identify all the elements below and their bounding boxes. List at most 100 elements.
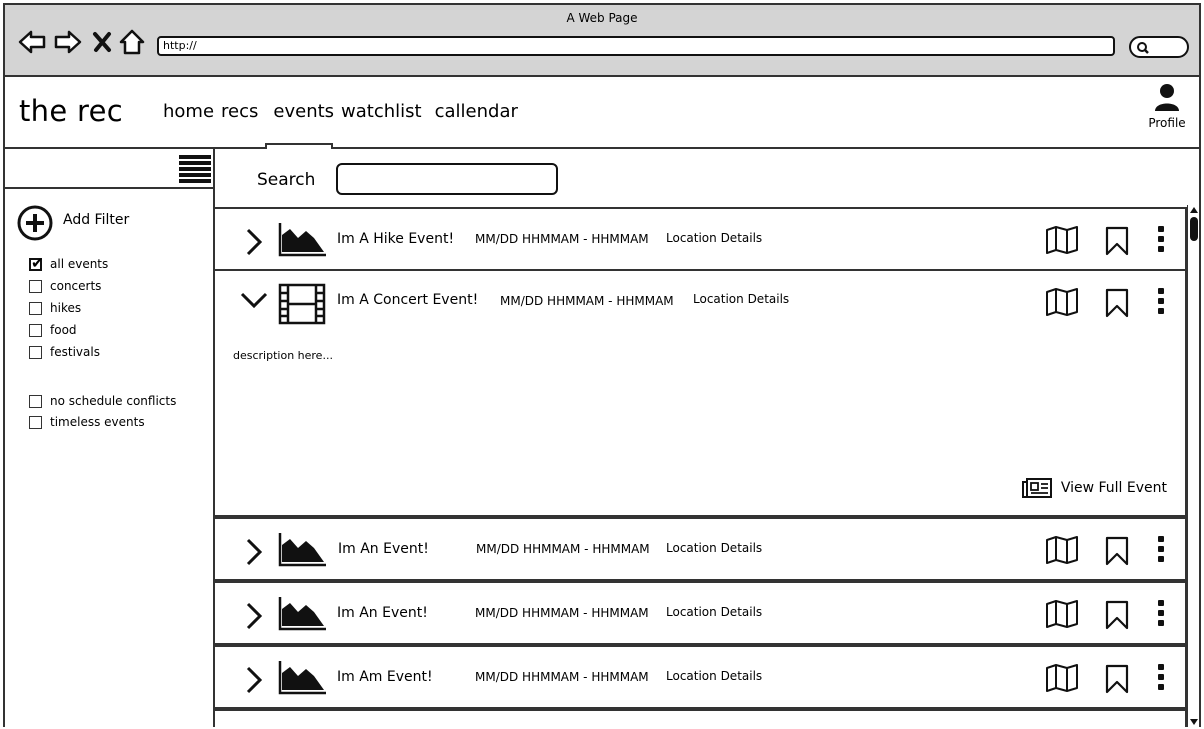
event-location: Location Details bbox=[693, 292, 790, 306]
event-location: Location Details bbox=[666, 541, 763, 555]
checkbox-food[interactable] bbox=[29, 323, 42, 337]
map-icon[interactable] bbox=[1045, 287, 1079, 317]
view-full-event-button[interactable]: View Full Event bbox=[1021, 477, 1167, 499]
mountain-icon bbox=[278, 533, 326, 567]
bookmark-icon[interactable] bbox=[1105, 664, 1129, 694]
checkbox-festivals[interactable] bbox=[29, 345, 42, 359]
main-nav: home recs events watchlist callendar bbox=[163, 101, 523, 151]
nav-home[interactable]: home bbox=[163, 101, 219, 122]
user-icon bbox=[1155, 84, 1179, 111]
more-vertical-icon[interactable] bbox=[1157, 663, 1165, 691]
bookmark-icon[interactable] bbox=[1105, 226, 1129, 256]
event-list: Im A Hike Event! MM/DD HHMMAM - HHMMAM L… bbox=[215, 207, 1189, 727]
event-description: description here... bbox=[233, 349, 333, 362]
bookmark-icon[interactable] bbox=[1105, 288, 1129, 318]
nav-watchlist[interactable]: watchlist bbox=[341, 101, 427, 122]
event-title: Im An Event! bbox=[337, 605, 428, 621]
event-item-expanded[interactable]: Im A Concert Event! MM/DD HHMMAM - HHMMA… bbox=[215, 269, 1187, 517]
search-input[interactable] bbox=[336, 163, 558, 195]
scroll-down-arrow-icon[interactable] bbox=[1188, 717, 1200, 727]
view-full-event-label: View Full Event bbox=[1060, 480, 1167, 496]
filter-label: concerts bbox=[50, 279, 102, 293]
events-panel: Search Im A Hike Event! MM/DD HHMMAM - H… bbox=[215, 149, 1199, 727]
profile-label: Profile bbox=[1148, 116, 1186, 130]
option-no-schedule-conflicts[interactable]: no schedule conflicts bbox=[29, 390, 176, 412]
bookmark-icon[interactable] bbox=[1105, 536, 1129, 566]
nav-recs[interactable]: recs bbox=[221, 101, 263, 122]
mountain-icon bbox=[278, 661, 326, 695]
event-location: Location Details bbox=[666, 231, 763, 245]
filter-label: all events bbox=[50, 257, 109, 271]
bookmark-icon[interactable] bbox=[1105, 600, 1129, 630]
filter-food[interactable]: food bbox=[29, 319, 176, 341]
event-item-partial[interactable] bbox=[215, 709, 1187, 727]
more-vertical-icon[interactable] bbox=[1157, 287, 1165, 315]
event-time: MM/DD HHMMAM - HHMMAM bbox=[475, 232, 649, 246]
map-icon[interactable] bbox=[1045, 225, 1079, 255]
checkbox-all-events[interactable] bbox=[29, 254, 44, 272]
app-header: the rec home recs events watchlist calle… bbox=[5, 77, 1199, 151]
chevron-down-icon[interactable] bbox=[239, 289, 269, 311]
map-icon[interactable] bbox=[1045, 663, 1079, 693]
checkbox-timeless-events[interactable] bbox=[29, 415, 42, 429]
add-filter-label: Add Filter bbox=[63, 212, 130, 228]
browser-search-button[interactable] bbox=[1129, 36, 1189, 58]
scroll-up-arrow-icon[interactable] bbox=[1188, 205, 1200, 215]
event-item[interactable]: Im An Event! MM/DD HHMMAM - HHMMAM Locat… bbox=[215, 517, 1187, 581]
event-item[interactable]: Im An Event! MM/DD HHMMAM - HHMMAM Locat… bbox=[215, 581, 1187, 645]
event-title: Im An Event! bbox=[338, 541, 429, 557]
event-title: Im A Concert Event! bbox=[337, 292, 479, 308]
search-icon bbox=[1137, 42, 1149, 54]
map-icon[interactable] bbox=[1045, 535, 1079, 565]
more-vertical-icon[interactable] bbox=[1157, 599, 1165, 627]
stop-button[interactable] bbox=[91, 27, 121, 57]
event-time: MM/DD HHMMAM - HHMMAM bbox=[475, 670, 649, 684]
nav-calendar[interactable]: callendar bbox=[435, 101, 523, 122]
filter-all-events[interactable]: all events bbox=[29, 253, 176, 275]
chevron-right-icon[interactable] bbox=[243, 537, 265, 567]
more-vertical-icon[interactable] bbox=[1157, 535, 1165, 563]
vertical-scrollbar[interactable] bbox=[1187, 205, 1199, 727]
event-item[interactable]: Im Am Event! MM/DD HHMMAM - HHMMAM Locat… bbox=[215, 645, 1187, 709]
forward-arrow-icon bbox=[54, 30, 82, 54]
event-item[interactable]: Im A Hike Event! MM/DD HHMMAM - HHMMAM L… bbox=[215, 207, 1187, 271]
nav-events[interactable]: events bbox=[265, 101, 339, 151]
newspaper-icon bbox=[1021, 478, 1052, 498]
map-icon[interactable] bbox=[1045, 599, 1079, 629]
forward-button[interactable] bbox=[53, 27, 83, 57]
filter-sidebar: Add Filter all events concerts hikes foo… bbox=[5, 149, 215, 727]
event-time: MM/DD HHMMAM - HHMMAM bbox=[475, 606, 649, 620]
filter-concerts[interactable]: concerts bbox=[29, 275, 176, 297]
filter-label: hikes bbox=[50, 301, 82, 315]
checkbox-concerts[interactable] bbox=[29, 279, 42, 293]
event-title: Im A Hike Event! bbox=[337, 231, 455, 247]
option-timeless-events[interactable]: timeless events bbox=[29, 411, 176, 433]
back-arrow-icon bbox=[18, 30, 46, 54]
checkbox-no-schedule-conflicts[interactable] bbox=[29, 394, 42, 408]
search-label: Search bbox=[257, 170, 316, 190]
browser-window: A Web Page http:// the rec home recs eve… bbox=[3, 3, 1201, 727]
filter-label: food bbox=[50, 323, 77, 337]
profile-button[interactable]: Profile bbox=[1145, 83, 1189, 130]
brand-logo[interactable]: the rec bbox=[19, 94, 123, 128]
event-time: MM/DD HHMMAM - HHMMAM bbox=[500, 294, 674, 308]
url-bar[interactable]: http:// bbox=[157, 36, 1115, 56]
menu-icon[interactable] bbox=[179, 155, 211, 183]
sidebar-toolbar bbox=[5, 149, 213, 189]
home-button[interactable] bbox=[118, 27, 148, 57]
event-location: Location Details bbox=[666, 669, 763, 683]
scroll-thumb[interactable] bbox=[1190, 217, 1198, 241]
close-icon bbox=[93, 32, 111, 52]
event-title: Im Am Event! bbox=[337, 669, 433, 685]
chevron-right-icon[interactable] bbox=[243, 665, 265, 695]
checkbox-hikes[interactable] bbox=[29, 301, 42, 315]
more-vertical-icon[interactable] bbox=[1157, 225, 1165, 253]
chevron-right-icon[interactable] bbox=[243, 227, 265, 257]
filter-hikes[interactable]: hikes bbox=[29, 297, 176, 319]
filter-festivals[interactable]: festivals bbox=[29, 341, 176, 363]
film-icon bbox=[278, 283, 326, 325]
add-filter-button[interactable]: Add Filter bbox=[17, 205, 129, 241]
chevron-right-icon[interactable] bbox=[243, 601, 265, 631]
plus-circle-icon bbox=[17, 205, 53, 241]
back-button[interactable] bbox=[17, 27, 47, 57]
